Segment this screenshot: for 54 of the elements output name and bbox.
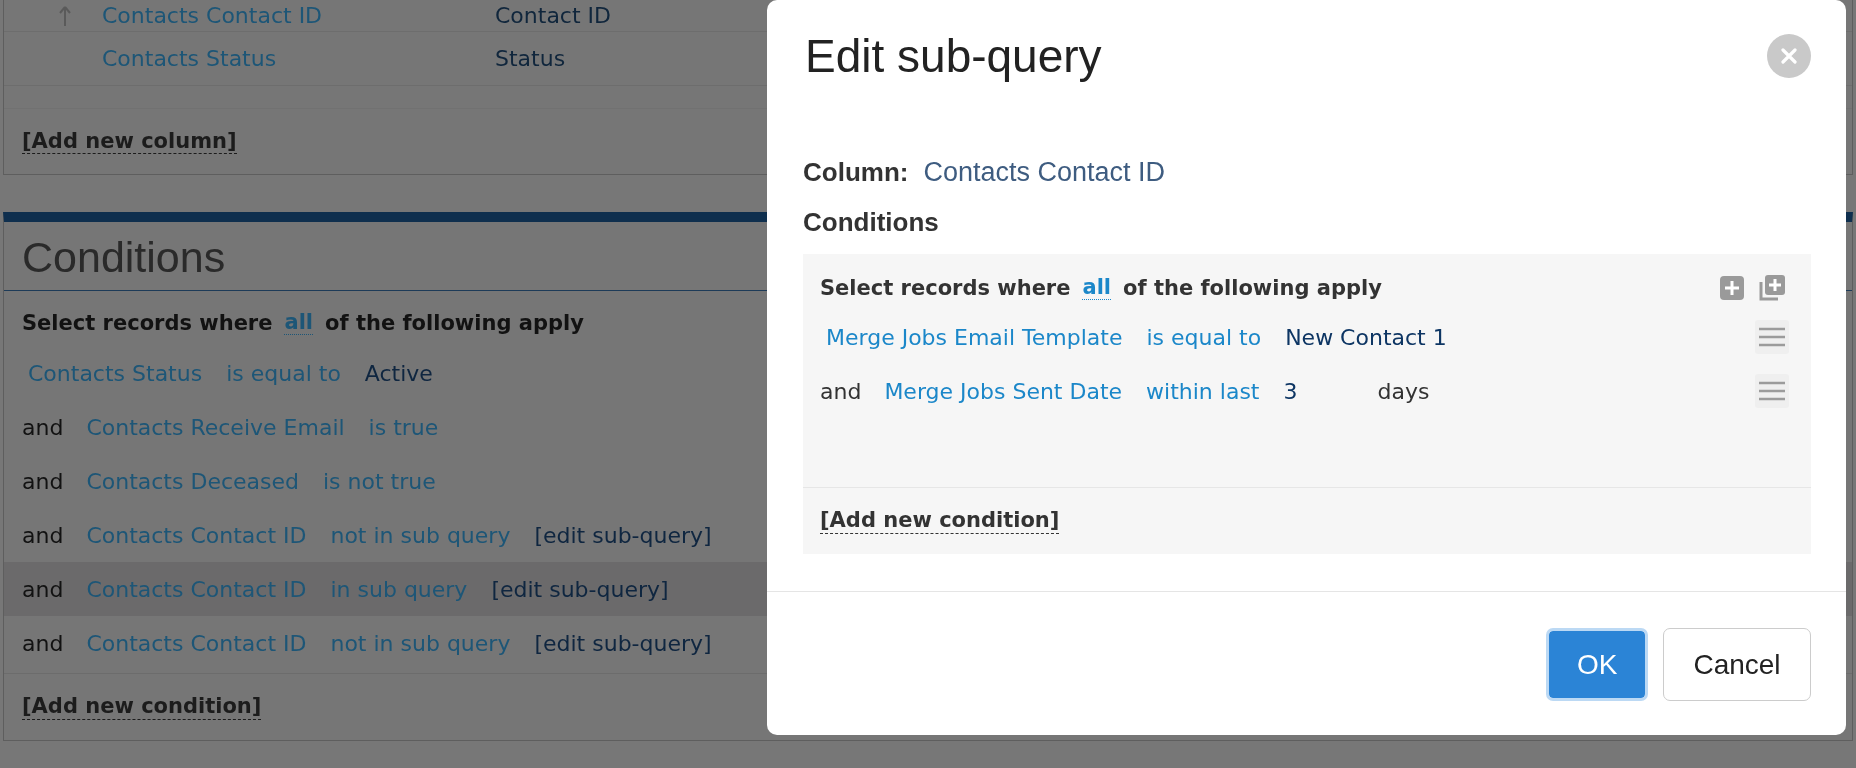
column-field-link[interactable]: Contacts Status [102,46,277,71]
match-mode-link[interactable]: all [1082,275,1112,301]
match-suffix-text: of the following apply [1123,276,1382,300]
conjunction-text: and [22,576,64,602]
conjunction-text: and [22,414,64,440]
operator-link[interactable]: not in sub query [324,522,517,548]
edit-sub-query-link[interactable]: [edit sub-query] [528,630,718,656]
add-column-link[interactable]: [Add new column] [22,128,237,155]
conjunction-text: and [22,630,64,656]
field-link[interactable]: Contacts Receive Email [80,414,351,440]
value-text[interactable]: Active [358,360,439,386]
up-arrow-icon[interactable] [59,5,71,26]
operator-link[interactable]: is not true [317,468,442,494]
operator-link[interactable]: is equal to [1140,324,1268,350]
add-condition-link[interactable]: [Add new condition] [820,508,1060,534]
field-link[interactable]: Contacts Contact ID [80,630,313,656]
column-label-text: Status [495,46,566,71]
conditions-label: Conditions [803,206,939,238]
menu-icon[interactable] [1755,320,1789,354]
dialog-title: Edit sub-query [805,29,1102,83]
conjunction-text: and [22,522,64,548]
value-text[interactable]: New Contact 1 [1279,324,1453,350]
unit-text: days [1377,378,1430,404]
plus-square-icon[interactable] [1720,276,1744,300]
field-link[interactable]: Merge Jobs Sent Date [878,378,1129,404]
column-field-link[interactable]: Contacts Contact ID [102,3,323,28]
field-link[interactable]: Contacts Deceased [80,468,305,494]
value-text[interactable]: 3 [1277,378,1304,404]
add-condition-link[interactable]: [Add new condition] [22,694,262,720]
edit-sub-query-link[interactable]: [edit sub-query] [485,576,675,602]
column-label-text: Contact ID [495,3,611,28]
match-mode-link[interactable]: all [284,310,314,336]
column-value-text: Contacts Contact ID [923,156,1166,188]
section-heading: Conditions [22,233,226,282]
ok-button[interactable]: OK [1546,628,1648,701]
operator-link[interactable]: is equal to [220,360,347,386]
operator-link[interactable]: is true [362,414,445,440]
cancel-button[interactable]: Cancel [1663,628,1811,701]
close-icon [1781,48,1797,64]
conjunction-text: and [820,378,862,404]
column-label: Column: [803,156,909,188]
edit-sub-query-link[interactable]: [edit sub-query] [528,522,718,548]
conjunction-text: and [22,468,64,494]
match-prefix-text: Select records where [22,311,273,335]
match-prefix-text: Select records where [820,276,1071,300]
close-button[interactable] [1767,34,1811,78]
match-suffix-text: of the following apply [325,311,584,335]
menu-icon[interactable] [1755,374,1789,408]
operator-link[interactable]: within last [1140,378,1266,404]
layered-plus-icon[interactable] [1759,275,1785,301]
operator-link[interactable]: not in sub query [324,630,517,656]
field-link[interactable]: Contacts Contact ID [80,522,313,548]
field-link[interactable]: Merge Jobs Email Template [820,324,1129,350]
field-link[interactable]: Contacts Status [22,360,209,386]
